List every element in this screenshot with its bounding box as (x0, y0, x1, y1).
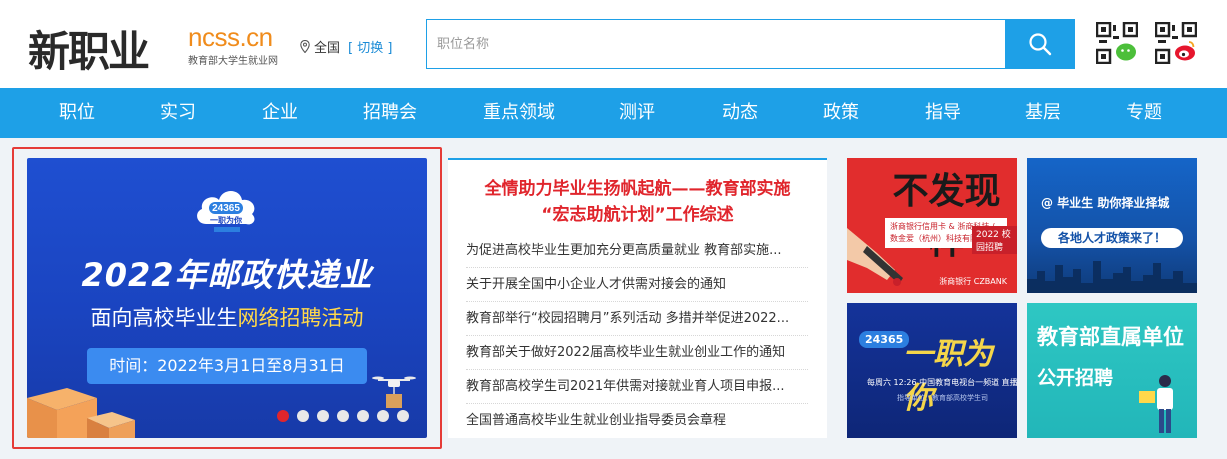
carousel-dot[interactable] (357, 410, 369, 422)
nav-item-grassroots[interactable]: 基层 (1025, 88, 1061, 138)
carousel-dot[interactable] (317, 410, 329, 422)
tile1-footer: 浙商银行 CZBANK (939, 277, 1007, 286)
wechat-qr-icon[interactable] (1096, 22, 1138, 64)
nav-item-news[interactable]: 动态 (722, 88, 758, 138)
banner-title: 2022年邮政快递业 (81, 256, 373, 294)
banner-subtitle-prefix: 面向高校毕业生 (90, 306, 238, 330)
news-item[interactable]: 教育部高校学生司2021年供需对接就业育人项目申报... (466, 370, 808, 404)
nav-item-companies[interactable]: 企业 (262, 88, 298, 138)
tile3-guide: 指导单位：教育部高校学生司 (897, 394, 988, 402)
promo-tile-moe-recruitment[interactable]: 教育部直属单位 公开招聘 (1027, 303, 1197, 438)
tile2-line: @ 毕业生 助你择业择城 (1041, 196, 1170, 210)
carousel-dot[interactable] (297, 410, 309, 422)
news-panel: 全情助力毕业生扬帆起航——教育部实施 “宏志助航计划”工作综述 为促进高校毕业生… (448, 158, 827, 438)
search-icon (1028, 33, 1051, 56)
carousel-dots (277, 410, 409, 422)
news-item[interactable]: 教育部举行“校园招聘月”系列活动 多措并举促进2022... (466, 302, 808, 336)
news-item[interactable]: 为促进高校毕业生更加充分更高质量就业 教育部实施... (466, 234, 808, 268)
promo-tile-tv-program[interactable]: 24365 一职为你 每周六 12:26 中国教育电视台一频道 直播 指导单位：… (847, 303, 1017, 438)
news-list: 为促进高校毕业生更加充分更高质量就业 教育部实施... 关于开展全国中小企业人才… (466, 234, 808, 438)
news-headline[interactable]: 全情助力毕业生扬帆起航——教育部实施 “宏志助航计划”工作综述 (448, 176, 827, 228)
carousel-dot[interactable] (397, 410, 409, 422)
city-skyline-icon (1027, 261, 1197, 293)
tile3-badge: 24365 (859, 331, 910, 348)
tile4-subtitle: 公开招聘 (1037, 367, 1114, 389)
nav-item-policy[interactable]: 政策 (823, 88, 859, 138)
banner-subtitle: 面向高校毕业生网络招聘活动 (27, 302, 427, 332)
carousel-dot[interactable] (277, 410, 289, 422)
search-input[interactable] (427, 20, 1005, 68)
drone-icon (372, 376, 416, 408)
tile3-schedule: 每周六 12:26 中国教育电视台一频道 直播 (867, 378, 1017, 387)
badge-text: 一职为你 (210, 215, 242, 225)
nav-item-internship[interactable]: 实习 (160, 88, 196, 138)
tile1-big-text: 不发现样 (892, 170, 1001, 262)
site-header: 新职业 ncss.cn 教育部大学生就业网 全国 [ 切换 ] (0, 0, 1227, 88)
weibo-qr-icon[interactable] (1155, 22, 1197, 64)
badge-number: 24365 (212, 203, 240, 214)
nav-item-job-fairs[interactable]: 招聘会 (363, 88, 417, 138)
brand-block[interactable]: ncss.cn 教育部大学生就业网 (188, 24, 278, 67)
banner-subtitle-highlight: 网络招聘活动 (237, 306, 364, 330)
search-button[interactable] (1005, 20, 1074, 68)
banner-carousel[interactable]: 24365 一职为你 2022年邮政快递业 面向高校毕业生网络招聘活动 时间：2… (27, 158, 427, 438)
nav-item-guidance[interactable]: 指导 (925, 88, 961, 138)
nav-item-topics[interactable]: 专题 (1126, 88, 1162, 138)
brand-domain[interactable]: ncss.cn (188, 24, 278, 50)
nav-item-jobs[interactable]: 职位 (59, 88, 95, 138)
person-illustration-icon (1139, 375, 1173, 433)
tile4-title: 教育部直属单位 (1037, 325, 1184, 349)
carousel-dot[interactable] (337, 410, 349, 422)
cloud-badge-icon: 24365 一职为你 (197, 191, 255, 232)
nav-item-assessment[interactable]: 测评 (619, 88, 655, 138)
location-selector: 全国 [ 切换 ] (300, 37, 392, 56)
location-pin-icon (300, 40, 310, 53)
promo-tile-czbank[interactable]: 不发现样 浙商银行信用卡 & 浙商科技 / 数金爱（杭州）科技有限公司 2022… (847, 158, 1017, 293)
tile2-pill: 各地人才政策来了！ (1041, 228, 1183, 248)
main-nav: 职位 实习 企业 招聘会 重点领域 测评 动态 政策 指导 基层 专题 (0, 88, 1227, 138)
carousel-dot[interactable] (377, 410, 389, 422)
news-item[interactable]: 全国普通高校毕业生就业创业指导委员会章程 (466, 404, 808, 438)
brand-subtitle: 教育部大学生就业网 (188, 56, 278, 67)
tile1-tag: 2022 校园招聘 (972, 226, 1017, 254)
tile3-title: 一职为你 (903, 337, 993, 416)
search-bar (426, 19, 1075, 69)
parcel-boxes-icon (27, 388, 135, 438)
news-item[interactable]: 关于开展全国中小企业人才供需对接会的通知 (466, 268, 808, 302)
location-label: 全国 (314, 41, 341, 56)
switch-location-link[interactable]: [ 切换 ] (348, 37, 392, 56)
news-item[interactable]: 教育部关于做好2022届高校毕业生就业创业工作的通知 (466, 336, 808, 370)
news-headline-line2[interactable]: “宏志助航计划”工作综述 (448, 202, 827, 228)
promo-tile-talent-policy[interactable]: @ 毕业生 助你择业择城 各地人才政策来了！ (1027, 158, 1197, 293)
site-logo[interactable]: 新职业 (28, 14, 188, 76)
news-headline-line1[interactable]: 全情助力毕业生扬帆起航——教育部实施 (448, 176, 827, 202)
nav-item-key-fields[interactable]: 重点领域 (483, 88, 555, 138)
logo-text[interactable]: 新职业 (28, 18, 150, 79)
